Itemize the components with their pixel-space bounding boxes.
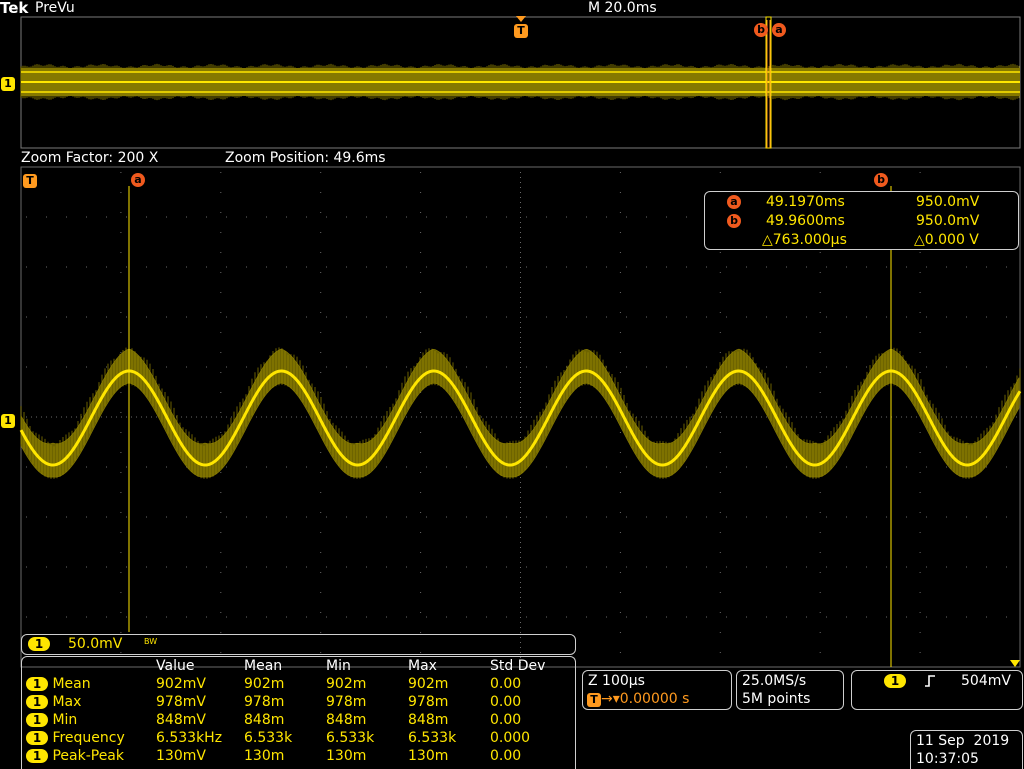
row-value: 978mV [156,694,206,710]
row-max: 848m [408,712,449,728]
channel-1-scale: 50.0mV [68,636,123,652]
measurement-row-max[interactable]: 1 Max 978mV 978m 978m 978m 0.00 [26,693,570,711]
row-label: Peak-Peak [52,748,124,764]
row-label: Frequency [52,730,125,746]
row-value: 902mV [156,676,206,692]
header-max: Max [408,658,437,674]
header-std-dev: Std Dev [490,658,546,674]
row-min: 978m [326,694,367,710]
readout-cursor-b-icon: b [727,214,741,228]
cursor-a-marker[interactable]: a [131,173,145,187]
bandwidth-limit-indicator: BW [144,637,158,646]
row-channel-badge: 1 [26,749,48,763]
trigger-channel-badge: 1 [884,674,906,688]
datetime-panel: 11 Sep 2019 10:37:05 [910,730,1023,769]
row-mean: 902m [244,676,285,692]
row-max: 6.533k [408,730,457,746]
sample-rate: 25.0MS/s [742,673,807,689]
row-max: 978m [408,694,449,710]
row-value: 6.533kHz [156,730,223,746]
row-mean: 130m [244,748,285,764]
channel-1-badge: 1 [28,637,50,651]
readout-cursor-a-icon: a [727,195,741,209]
trigger-position-value: 0.00000 s [619,691,690,707]
cursor-b-time: 49.9600ms [766,213,845,229]
row-channel-badge: 1 [26,695,48,709]
cursor-b-marker[interactable]: b [874,173,888,187]
measurement-table: Value Mean Min Max Std Dev 1 Mean 902mV … [26,657,570,765]
cursor-b-voltage: 950.0mV [916,213,980,229]
row-max: 130m [408,748,449,764]
measurement-header-row: Value Mean Min Max Std Dev [26,657,570,675]
measurement-row-mean[interactable]: 1 Mean 902mV 902m 902m 902m 0.00 [26,675,570,693]
channel-scale-panel[interactable]: 1 50.0mV BW [21,634,576,655]
cursor-readout-panel[interactable]: a 49.1970ms 950.0mV b 49.9600ms 950.0mV … [704,191,1019,250]
header-min: Min [326,658,351,674]
arrow-delay-icon: →▾ [601,691,620,707]
row-min: 130m [326,748,367,764]
cursor-a-time: 49.1970ms [766,194,845,210]
zoom-graticule[interactable] [0,0,1024,670]
date: 11 Sep 2019 [916,733,1010,749]
measurement-row-min[interactable]: 1 Min 848mV 848m 848m 848m 0.00 [26,711,570,729]
row-channel-badge: 1 [26,677,48,691]
row-value: 848mV [156,712,206,728]
zoom-channel-marker[interactable]: 1 [1,414,15,428]
row-label: Mean [52,676,91,692]
row-channel-badge: 1 [26,731,48,745]
row-mean: 978m [244,694,285,710]
row-std: 0.000 [490,730,531,746]
row-std: 0.00 [490,748,522,764]
record-end-arrow [1010,660,1020,667]
trigger-level: 504mV [961,673,1011,689]
row-std: 0.00 [490,694,522,710]
header-mean: Mean [244,658,283,674]
trigger-position-row: T →▾0.00000 s [587,691,689,707]
row-mean: 848m [244,712,285,728]
zoom-scale: Z 100µs [588,673,645,689]
trigger-icon: T [587,693,601,707]
row-max: 902m [408,676,449,692]
record-length: 5M points [742,691,811,707]
row-min: 6.533k [326,730,375,746]
header-value: Value [156,658,195,674]
measurement-panel[interactable]: Value Mean Min Max Std Dev 1 Mean 902mV … [21,656,576,769]
cursor-a-voltage: 950.0mV [916,194,980,210]
horizontal-panel[interactable]: Z 100µs T →▾0.00000 s [582,670,732,710]
measurement-row-peak-peak[interactable]: 1 Peak-Peak 130mV 130m 130m 130m 0.00 [26,747,570,765]
rising-edge-icon [925,675,935,687]
row-std: 0.00 [490,676,522,692]
row-mean: 6.533k [244,730,293,746]
row-label: Max [52,694,82,710]
acquisition-panel[interactable]: 25.0MS/s 5M points [736,670,844,710]
trigger-panel[interactable]: 1 504mV [851,670,1023,710]
time: 10:37:05 [916,751,979,767]
cursor-delta-time: △763.000µs [762,232,847,248]
cursor-delta-voltage: △0.000 V [914,232,979,248]
row-std: 0.00 [490,712,522,728]
row-channel-badge: 1 [26,713,48,727]
row-min: 848m [326,712,367,728]
zoom-trigger-marker[interactable]: T [23,174,37,188]
measurement-row-frequency[interactable]: 1 Frequency 6.533kHz 6.533k 6.533k 6.533… [26,729,570,747]
row-min: 902m [326,676,367,692]
row-label: Min [52,712,78,728]
row-value: 130mV [156,748,206,764]
